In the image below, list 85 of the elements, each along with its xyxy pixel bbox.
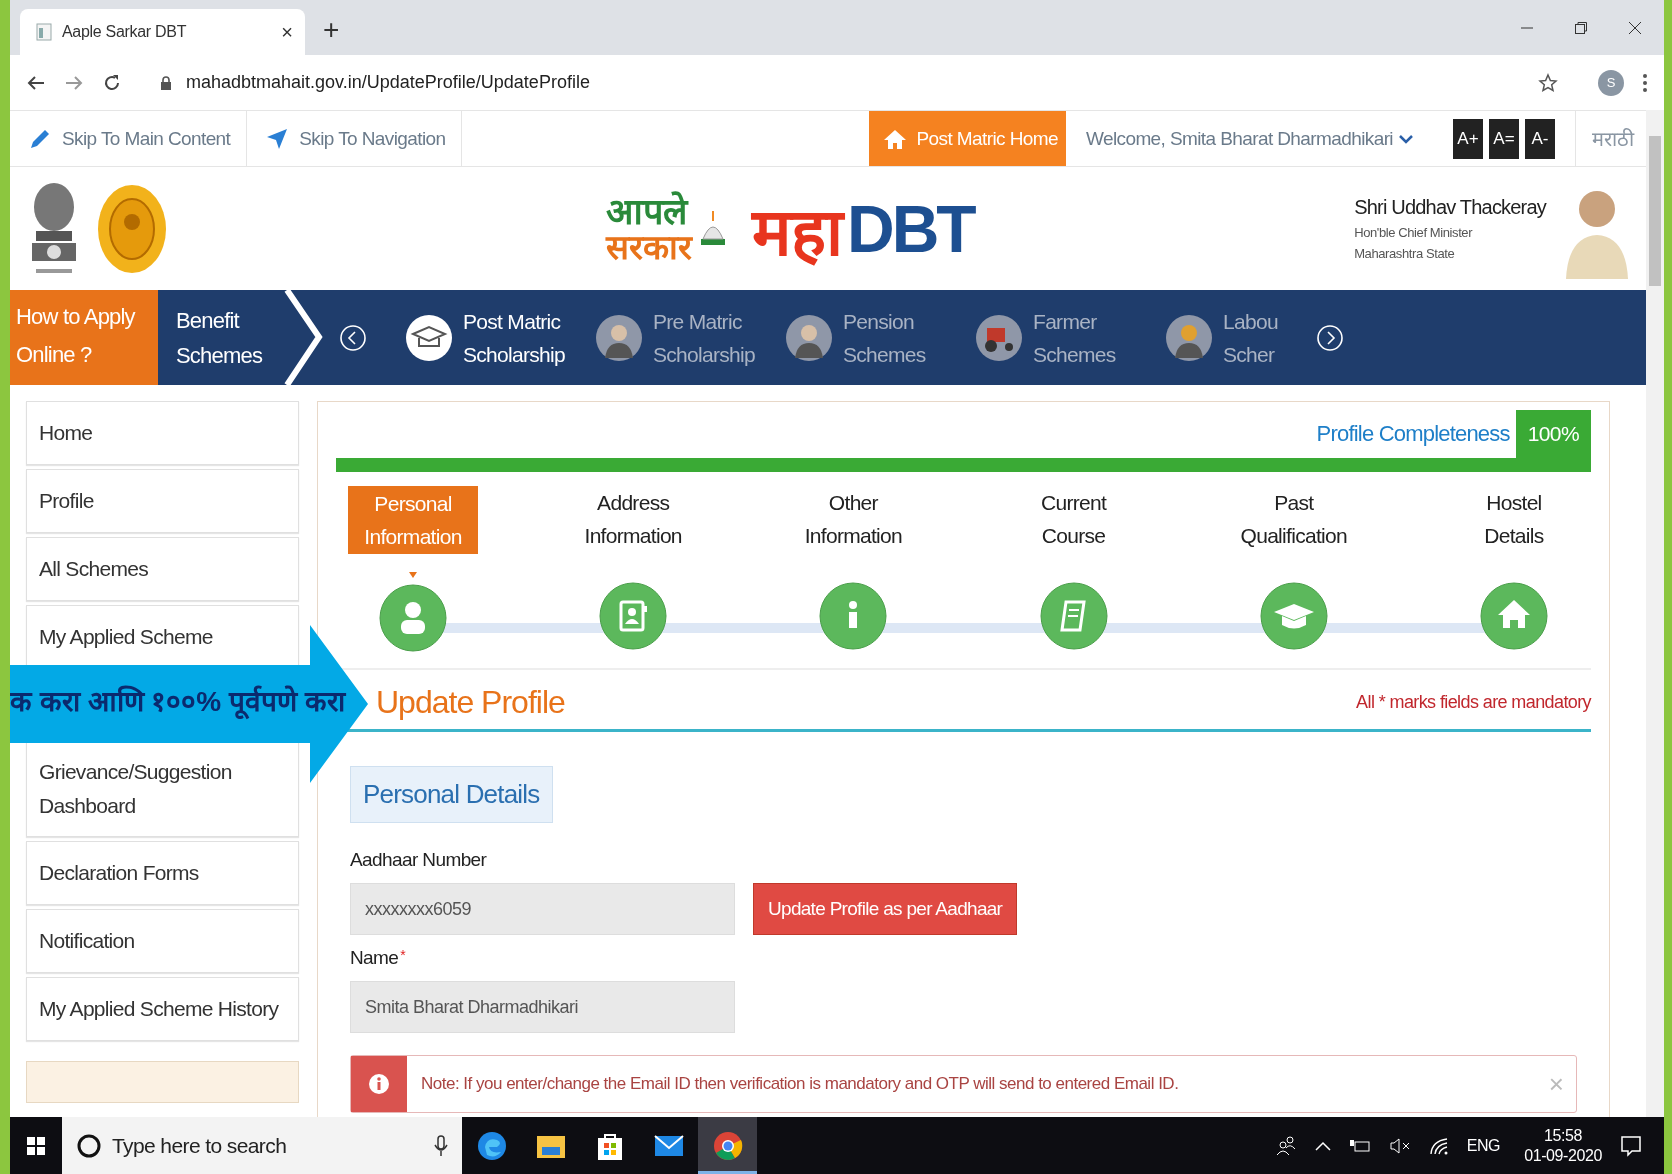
minister-name: Shri Uddhav Thackeray xyxy=(1354,196,1546,219)
logo-text: DBT xyxy=(847,190,974,267)
caret-up-icon[interactable] xyxy=(1314,1140,1331,1151)
step-tab[interactable]: Current Course xyxy=(1008,486,1139,552)
step-tab[interactable]: Hostel Details xyxy=(1448,486,1579,552)
sidebar-item[interactable]: Declaration Forms xyxy=(26,841,299,905)
muted-speaker-icon[interactable] xyxy=(1388,1137,1411,1154)
person-icon xyxy=(595,313,643,362)
notification-icon[interactable] xyxy=(1620,1134,1642,1157)
sidebar-item[interactable]: Grievance/Suggestion Dashboard xyxy=(26,741,299,837)
sidebar-item[interactable]: Profile xyxy=(26,469,299,533)
font-size-button[interactable]: A- xyxy=(1525,118,1555,159)
skip-link[interactable]: Skip To Main Content xyxy=(62,127,231,150)
scheme-tab[interactable]: Pension Schemes xyxy=(785,304,953,371)
logo-text: सरकार xyxy=(606,229,692,264)
cortana-icon xyxy=(76,1132,102,1159)
person-icon xyxy=(379,572,447,654)
minister-state: Maharashtra State xyxy=(1354,246,1456,261)
edge-icon xyxy=(476,1130,507,1161)
mandatory-note: All * marks fields are mandatory xyxy=(1356,692,1591,713)
profile-completeness-label: Profile Completeness xyxy=(1316,421,1511,447)
chrome-icon xyxy=(712,1130,743,1161)
previous-icon[interactable] xyxy=(339,323,367,352)
taskbar-search-field[interactable]: Type here to search xyxy=(62,1117,462,1174)
step-tab[interactable]: Other Information xyxy=(788,486,919,552)
input-field[interactable]: Smita Bharat Dharmadhikari xyxy=(350,981,735,1033)
sidebar-item[interactable]: My Applied Scheme History xyxy=(26,977,299,1041)
page-heading: Update Profile xyxy=(376,684,565,721)
required-mark: * xyxy=(400,947,406,963)
sidebar-item[interactable]: Home xyxy=(26,401,299,465)
logo-text: आपले xyxy=(606,193,690,230)
menu-icon[interactable] xyxy=(1642,72,1648,93)
chevron-down-icon xyxy=(1399,133,1413,144)
location-arrow-icon xyxy=(265,126,290,151)
graduation-cap-icon xyxy=(405,313,453,362)
restore-icon[interactable] xyxy=(1574,20,1588,35)
input-field[interactable]: xxxxxxxx6059 xyxy=(350,883,735,935)
sidebar-item[interactable]: All Schemes xyxy=(26,537,299,601)
scheme-tab[interactable]: Pre Matric Scholarship xyxy=(595,304,763,371)
scrollbar[interactable] xyxy=(1646,110,1664,1117)
scheme-tab[interactable]: Labou Scher xyxy=(1165,304,1278,371)
people-icon[interactable] xyxy=(1274,1134,1297,1157)
wifi-icon[interactable] xyxy=(1428,1136,1449,1155)
lock-icon xyxy=(160,75,172,90)
font-size-button[interactable]: A+ xyxy=(1453,118,1483,159)
section-tab[interactable]: Personal Details xyxy=(350,766,553,823)
field-label: Name xyxy=(350,947,399,968)
minister-title: Hon'ble Chief Minister xyxy=(1354,225,1474,240)
tab-title: Aaple Sarkar DBT xyxy=(62,23,188,41)
person-icon xyxy=(1165,313,1213,362)
logo-text: महा xyxy=(752,193,843,271)
page-icon xyxy=(36,23,52,41)
skip-link[interactable]: Skip To Navigation xyxy=(299,127,446,150)
step-tab[interactable]: Address Information xyxy=(568,486,699,552)
alert-text: Note: If you enter/change the Email ID then verification is mandatory and OTP will send to entered Email ID. xyxy=(421,1074,1180,1094)
tractor-icon xyxy=(975,313,1023,362)
info-icon xyxy=(368,1073,390,1095)
person-icon xyxy=(785,313,833,362)
scheme-tab[interactable]: Post Matric Scholarship xyxy=(405,304,573,371)
mail-icon xyxy=(653,1133,684,1158)
annotation-text: क करा आणि १००% पूर्वपणे करा xyxy=(10,684,345,719)
microphone-icon[interactable] xyxy=(434,1134,448,1157)
battery-icon[interactable] xyxy=(1348,1137,1371,1154)
language-indicator[interactable]: ENG xyxy=(1466,1136,1501,1155)
update-aadhaar-button[interactable]: Update Profile as per Aadhaar xyxy=(753,883,1018,935)
benefit-schemes-label: Benefit Schemes xyxy=(175,306,264,370)
new-tab-button[interactable]: + xyxy=(323,13,340,46)
next-icon[interactable] xyxy=(1315,323,1344,352)
field-label: Aadhaar Number xyxy=(350,849,487,870)
reload-icon[interactable] xyxy=(102,72,122,93)
url-text: mahadbtmahait.gov.in/UpdateProfile/UpdateProfile xyxy=(186,72,590,93)
taskbar-app[interactable] xyxy=(698,1117,757,1174)
step-tab[interactable]: Past Qualification xyxy=(1228,486,1359,552)
close-tab-button[interactable]: × xyxy=(281,20,293,44)
star-icon[interactable] xyxy=(1538,72,1558,93)
user-menu[interactable]: Welcome, Smita Bharat Dharmadhikari xyxy=(1065,127,1433,150)
scheme-tab[interactable]: Farmer Schemes xyxy=(975,304,1143,371)
font-size-button[interactable]: A= xyxy=(1489,118,1519,159)
home-icon xyxy=(882,127,907,150)
completeness-badge: 100% xyxy=(1515,410,1591,458)
browser-tab[interactable]: Aaple Sarkar DBT × xyxy=(20,9,305,55)
close-icon[interactable] xyxy=(1628,20,1642,35)
clock-date[interactable]: 01-09-2020 xyxy=(1524,1146,1602,1165)
clock-time[interactable]: 15:58 xyxy=(1544,1126,1583,1145)
sidebar-item[interactable]: Notification xyxy=(26,909,299,973)
